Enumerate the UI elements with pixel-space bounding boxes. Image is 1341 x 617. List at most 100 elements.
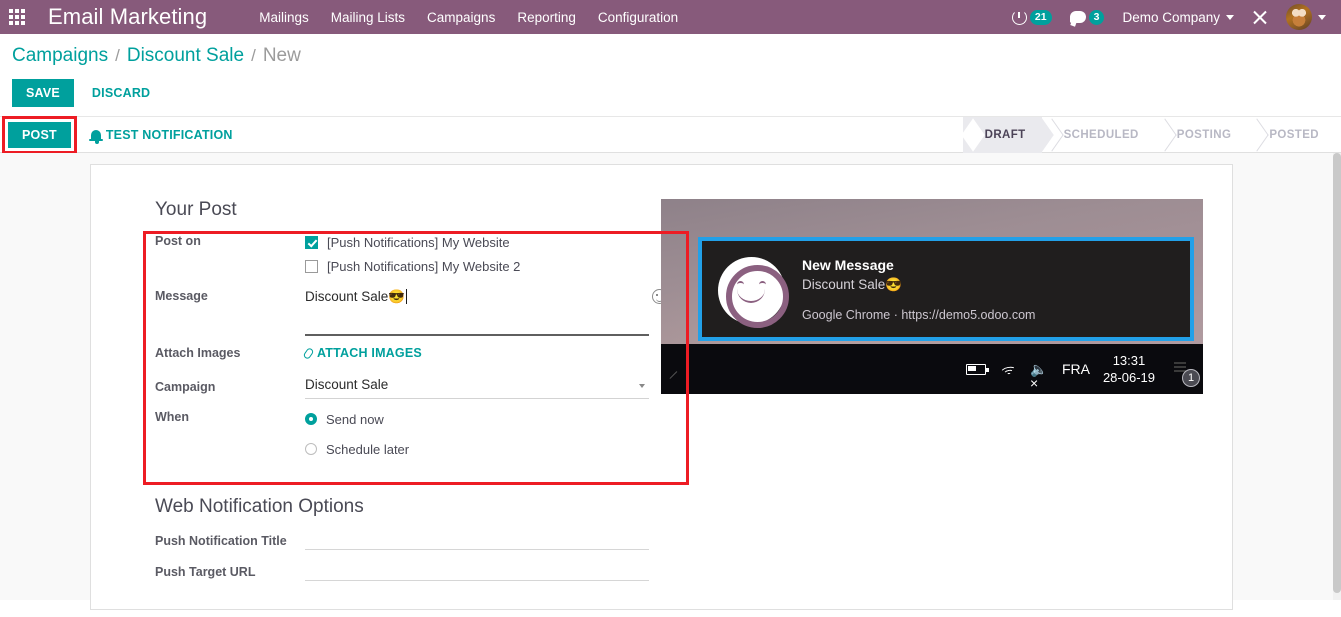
radio-label-send-now: Send now bbox=[326, 411, 384, 427]
smiley-avatar-icon bbox=[718, 257, 789, 328]
avatar bbox=[1286, 4, 1312, 30]
clock-display[interactable]: 13:31 28-06-19 bbox=[1103, 352, 1155, 386]
form-statusbar-row: POST TEST NOTIFICATION DRAFT SCHEDULED P… bbox=[0, 115, 1341, 154]
toast-source: Google Chrome · https://demo5.odoo.com bbox=[802, 308, 1036, 322]
section-title-web-notification-options: Web Notification Options bbox=[155, 496, 364, 517]
breadcrumb-item-discount-sale[interactable]: Discount Sale bbox=[127, 45, 244, 67]
attach-images-label: ATTACH IMAGES bbox=[317, 346, 422, 360]
field-label-campaign: Campaign bbox=[155, 380, 216, 394]
toast-subtitle: Discount Sale😎 bbox=[802, 277, 903, 292]
smiley-eye-left bbox=[737, 281, 744, 285]
push-notification-title-input[interactable] bbox=[305, 530, 649, 550]
field-row-campaign: Campaign Discount Sale bbox=[155, 372, 693, 400]
language-indicator[interactable]: FRA bbox=[1062, 361, 1090, 377]
chevron-down-icon bbox=[1226, 14, 1234, 20]
campaign-selected-value: Discount Sale bbox=[305, 377, 389, 392]
field-label-push-url: Push Target URL bbox=[155, 565, 256, 579]
notification-center-icon[interactable]: 1 bbox=[1171, 358, 1200, 387]
field-row-push-url: Push Target URL bbox=[155, 561, 693, 585]
speaker-muted-icon[interactable]: 🔈× bbox=[1030, 362, 1049, 390]
taskbar-date: 28-06-19 bbox=[1102, 370, 1155, 385]
debug-tools-button[interactable] bbox=[1243, 0, 1277, 34]
smiley-mouth bbox=[737, 289, 765, 303]
apps-grid-icon[interactable] bbox=[0, 0, 34, 34]
stage-label: POSTED bbox=[1269, 129, 1319, 141]
desktop-background: New Message Discount Sale😎 Google Chrome… bbox=[661, 199, 1203, 344]
form-sheet: Your Post Post on [Push Notifications] M… bbox=[90, 164, 1233, 610]
page-scrollbar-thumb[interactable] bbox=[1333, 153, 1341, 593]
field-value-when: Send now Schedule later bbox=[305, 406, 693, 462]
push-target-url-input[interactable] bbox=[305, 561, 649, 581]
campaign-select[interactable]: Discount Sale bbox=[305, 372, 682, 399]
clock-icon bbox=[1011, 9, 1027, 25]
attach-images-button[interactable]: ATTACH IMAGES bbox=[302, 342, 422, 360]
form-page-background: Your Post Post on [Push Notifications] M… bbox=[0, 153, 1341, 610]
paperclip-icon bbox=[302, 346, 315, 360]
post-button-highlight: POST bbox=[2, 115, 77, 154]
page-scrollbar-track[interactable] bbox=[1333, 153, 1341, 600]
field-label-message: Message bbox=[155, 289, 208, 303]
post-button[interactable]: POST bbox=[8, 121, 71, 148]
radio-send-now[interactable] bbox=[305, 413, 317, 425]
notification-preview: New Message Discount Sale😎 Google Chrome… bbox=[661, 199, 1203, 394]
stage-draft[interactable]: DRAFT bbox=[962, 117, 1042, 153]
radio-label-schedule-later: Schedule later bbox=[326, 441, 410, 457]
toast-title: New Message bbox=[802, 257, 894, 273]
menu-item-mailing-lists[interactable]: Mailing Lists bbox=[331, 10, 405, 25]
stage-posted[interactable]: POSTED bbox=[1247, 117, 1335, 153]
chat-icon bbox=[1069, 11, 1086, 23]
bell-icon bbox=[88, 129, 103, 144]
stage-posting[interactable]: POSTING bbox=[1155, 117, 1248, 153]
page-title: Your Post bbox=[155, 199, 237, 220]
apps-grid-dots bbox=[9, 9, 25, 25]
field-label-post-on: Post on bbox=[155, 234, 201, 248]
company-switcher[interactable]: Demo Company bbox=[1113, 0, 1243, 34]
field-row-push-title: Push Notification Title bbox=[155, 530, 693, 554]
save-button[interactable]: SAVE bbox=[12, 79, 74, 107]
navbar-systray: 21 3 Demo Company bbox=[1003, 0, 1335, 34]
field-value-push-title bbox=[305, 530, 693, 550]
activity-menu-button[interactable]: 21 bbox=[1003, 0, 1061, 34]
toast-notification[interactable]: New Message Discount Sale😎 Google Chrome… bbox=[702, 241, 1190, 337]
field-value-attach-images: ATTACH IMAGES bbox=[302, 342, 693, 364]
radio-row-send-now[interactable]: Send now bbox=[305, 406, 693, 432]
field-row-attach-images: Attach Images ATTACH IMAGES bbox=[155, 342, 693, 366]
web-notification-options-section: Web Notification Options Push Notificati… bbox=[155, 496, 693, 585]
checkbox-website-1[interactable] bbox=[305, 235, 318, 249]
radio-schedule-later[interactable] bbox=[305, 443, 317, 455]
radio-row-schedule-later[interactable]: Schedule later bbox=[305, 436, 693, 462]
test-notification-button[interactable]: TEST NOTIFICATION bbox=[88, 128, 233, 144]
discard-button[interactable]: DISCARD bbox=[88, 79, 154, 107]
menu-item-reporting[interactable]: Reporting bbox=[517, 10, 576, 25]
stage-scheduled[interactable]: SCHEDULED bbox=[1042, 117, 1155, 153]
user-menu-button[interactable] bbox=[1277, 0, 1335, 34]
wifi-icon[interactable] bbox=[998, 360, 1019, 378]
menu-item-campaigns[interactable]: Campaigns bbox=[427, 10, 495, 25]
control-panel: Campaigns / Discount Sale / New SAVE DIS… bbox=[0, 34, 1341, 117]
windows-taskbar: 🔈× FRA 13:31 28-06-19 1 bbox=[661, 344, 1203, 394]
breadcrumb-item-campaigns[interactable]: Campaigns bbox=[12, 45, 108, 67]
checkbox-row-website-2[interactable]: [Push Notifications] My Website 2 bbox=[305, 254, 693, 278]
field-row-when: When Send now Schedule later bbox=[155, 406, 693, 462]
activity-count-badge: 21 bbox=[1029, 9, 1052, 25]
form-left-column: Your Post Post on [Push Notifications] M… bbox=[123, 189, 693, 585]
chevron-down-icon bbox=[1318, 14, 1326, 20]
app-brand-title: Email Marketing bbox=[48, 4, 208, 29]
smiley-face bbox=[726, 265, 777, 316]
stage-label: POSTING bbox=[1176, 129, 1232, 141]
notification-count-badge: 1 bbox=[1182, 369, 1200, 387]
chevron-down-icon[interactable] bbox=[639, 384, 645, 388]
checkbox-row-website-1[interactable]: [Push Notifications] My Website bbox=[305, 230, 693, 254]
taskbar-time: 13:31 bbox=[1112, 353, 1146, 368]
menu-item-configuration[interactable]: Configuration bbox=[598, 10, 678, 25]
breadcrumb: Campaigns / Discount Sale / New bbox=[0, 34, 1341, 75]
message-text: Discount Sale😎 bbox=[305, 289, 406, 304]
field-value-message: Discount Sale😎 bbox=[305, 285, 693, 336]
menu-item-mailings[interactable]: Mailings bbox=[259, 10, 309, 25]
messaging-menu-button[interactable]: 3 bbox=[1061, 0, 1114, 34]
battery-icon[interactable] bbox=[965, 363, 989, 375]
status-stages: DRAFT SCHEDULED POSTING POSTED bbox=[962, 117, 1335, 153]
message-input[interactable]: Discount Sale😎 bbox=[305, 285, 693, 336]
smiley-eye-right bbox=[759, 281, 766, 285]
checkbox-website-2[interactable] bbox=[305, 259, 318, 273]
